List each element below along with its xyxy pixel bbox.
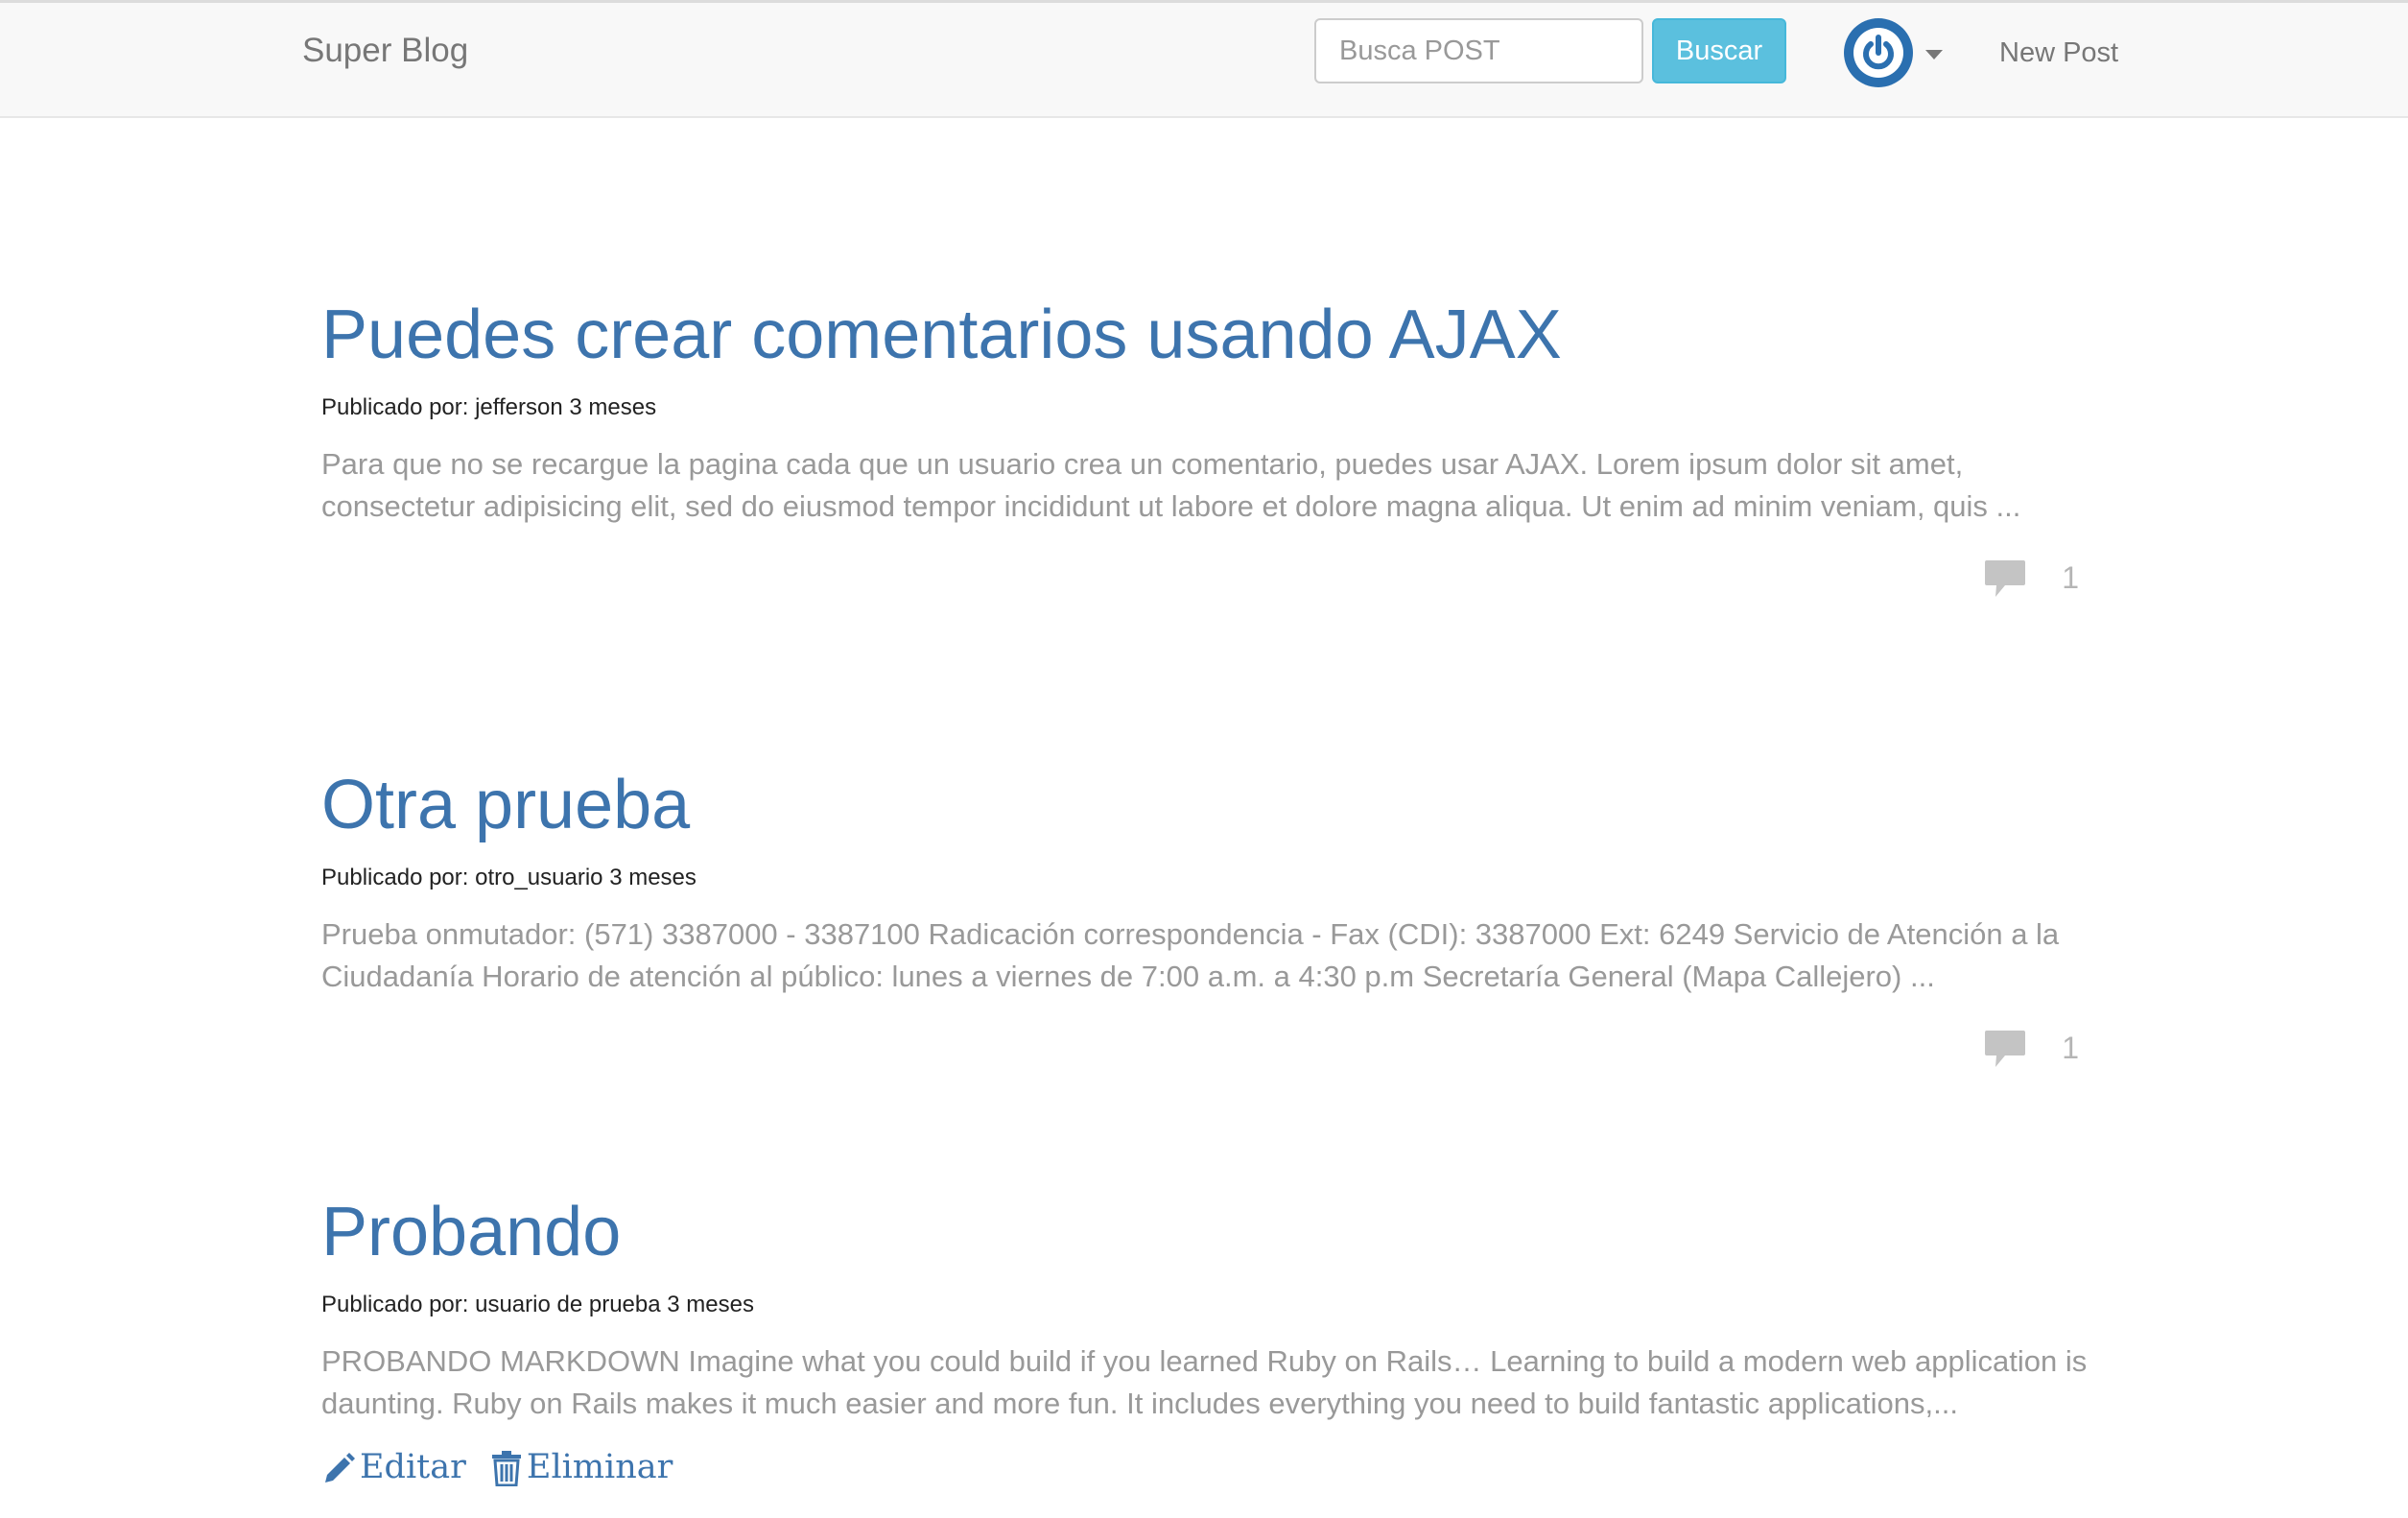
post-excerpt: PROBANDO MARKDOWN Imagine what you could… — [321, 1343, 2088, 1420]
search-button[interactable]: Buscar — [1652, 18, 1786, 83]
user-avatar-power-icon[interactable] — [1842, 16, 1915, 89]
post-title-link[interactable]: Puedes crear comentarios usando AJAX — [321, 296, 1562, 373]
comment-icon — [1985, 559, 2025, 597]
post-excerpt: Para que no se recargue la pagina cada q… — [321, 446, 2021, 523]
post-footer: 1 — [321, 549, 2091, 603]
navbar: Super Blog Buscar New Post — [0, 0, 2408, 118]
post-item: Otra prueba Publicado por: otro_usuario … — [321, 767, 2091, 1073]
post-footer: 1 — [321, 1019, 2091, 1073]
caret-down-icon[interactable] — [1925, 50, 1943, 59]
post-title-link[interactable]: Otra prueba — [321, 767, 690, 843]
post-excerpt: Prueba onmutador: (571) 3387000 - 338710… — [321, 916, 2060, 993]
comment-count: 1 — [2062, 559, 2079, 595]
post-item: Probando Publicado por: usuario de prueb… — [321, 1194, 2091, 1490]
delete-label: Eliminar — [526, 1447, 673, 1486]
brand-link[interactable]: Super Blog — [302, 32, 468, 70]
trash-icon — [491, 1450, 521, 1486]
comment-icon — [1985, 1030, 2025, 1067]
post-title-link[interactable]: Probando — [321, 1194, 621, 1270]
post-item: Puedes crear comentarios usando AJAX Pub… — [321, 296, 2091, 603]
new-post-link[interactable]: New Post — [1999, 34, 2118, 72]
search-input[interactable] — [1314, 18, 1643, 83]
edit-post-link[interactable]: Editar — [321, 1448, 466, 1486]
post-actions: Editar Eliminar — [321, 1448, 2091, 1490]
post-meta: Publicado por: otro_usuario 3 meses — [321, 865, 696, 891]
post-meta: Publicado por: jefferson 3 meses — [321, 394, 657, 421]
edit-label: Editar — [360, 1447, 466, 1486]
comment-count: 1 — [2062, 1030, 2079, 1065]
pencil-icon — [325, 1452, 355, 1482]
delete-post-link[interactable]: Eliminar — [490, 1448, 673, 1486]
post-meta: Publicado por: usuario de prueba 3 meses — [321, 1292, 754, 1318]
